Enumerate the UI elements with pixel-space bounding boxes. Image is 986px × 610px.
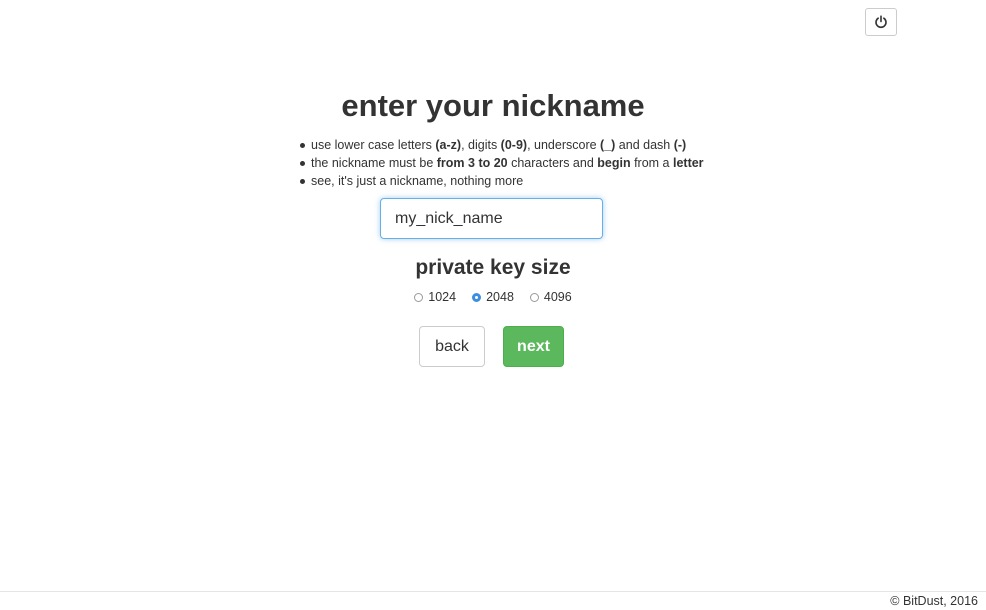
radio-label: 4096 — [543, 290, 572, 304]
radio-label: 1024 — [428, 290, 457, 304]
power-icon — [874, 15, 888, 29]
rule-item: see, it's just a nickname, nothing more — [300, 172, 704, 190]
power-button[interactable] — [865, 8, 897, 36]
nickname-input[interactable] — [380, 198, 603, 239]
key-size-radio-group: 1024 2048 4096 — [0, 290, 986, 304]
rule-emphasis: (-) — [673, 138, 687, 152]
key-size-option-1024[interactable]: 1024 — [414, 290, 456, 304]
key-size-option-2048[interactable]: 2048 — [472, 290, 514, 304]
back-button[interactable]: back — [419, 326, 485, 367]
radio-label: 2048 — [486, 290, 514, 304]
rule-emphasis: (a-z) — [435, 138, 462, 152]
radio-button[interactable] — [414, 292, 424, 302]
key-size-title: private key size — [415, 256, 571, 279]
rule-emphasis: begin — [597, 156, 631, 170]
key-size-option-4096[interactable]: 4096 — [529, 290, 572, 304]
next-button[interactable]: next — [503, 326, 564, 367]
radio-button[interactable] — [529, 292, 539, 302]
rule-emphasis: (0-9) — [500, 138, 528, 152]
radio-button[interactable] — [472, 292, 482, 302]
rule-item: use lower case letters (a-z), digits (0-… — [300, 136, 704, 154]
rule-emphasis: from 3 to 20 — [436, 156, 508, 170]
rule-item: the nickname must be from 3 to 20 charac… — [300, 154, 704, 172]
rule-emphasis: (_) — [600, 138, 616, 152]
copyright-footer: © BitDust, 2016 — [890, 594, 978, 608]
nickname-rules-list: use lower case letters (a-z), digits (0-… — [300, 136, 704, 190]
rule-emphasis: letter — [672, 156, 704, 170]
page-title: enter your nickname — [341, 88, 645, 123]
footer-divider — [0, 591, 986, 592]
